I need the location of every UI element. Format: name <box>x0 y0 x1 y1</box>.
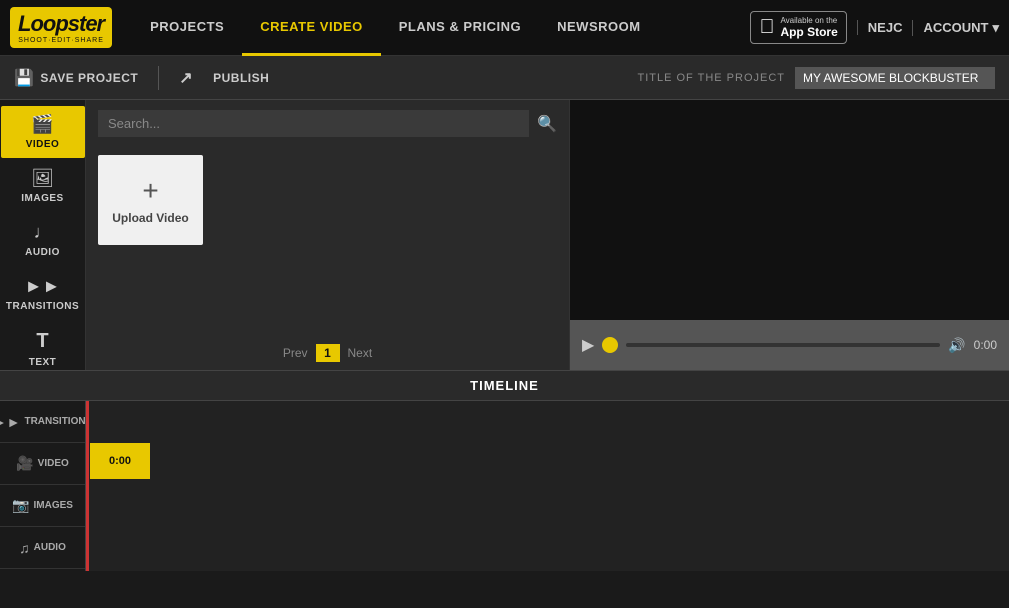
media-grid: + Upload Video <box>86 147 569 336</box>
nav-newsroom[interactable]: NEWSROOM <box>539 0 658 56</box>
timeline-content[interactable]: 0:00 <box>86 401 1009 571</box>
track-label-images: 📷 IMAGES <box>0 485 85 527</box>
nav-right:  Available on the App Store NEJC ACCOUN… <box>750 11 999 44</box>
user-name: NEJC <box>857 20 903 35</box>
chevron-down-icon: ▾ <box>992 20 999 36</box>
time-display: 0:00 <box>974 338 997 352</box>
sidebar-item-transitions[interactable]: ►► TRANSITIONS <box>1 268 85 320</box>
sidebar-item-text[interactable]: T TEXT <box>1 322 85 376</box>
video-preview: ▶ 🔊 0:00 <box>569 100 1009 370</box>
project-title-input[interactable] <box>795 67 995 89</box>
toolbar: 💾 SAVE PROJECT ↗ PUBLISH TITLE OF THE PR… <box>0 56 1009 100</box>
track-label-audio: ♫ AUDIO <box>0 527 85 569</box>
timeline-block-time: 0:00 <box>109 455 131 467</box>
progress-handle[interactable] <box>602 337 618 353</box>
search-bar: 🔍 <box>86 100 569 147</box>
track-label-transitions: ►► TRANSITIONS <box>0 401 85 443</box>
transitions-icon: ►► <box>25 276 61 297</box>
toolbar-divider <box>158 66 159 90</box>
title-label: TITLE OF THE PROJECT <box>637 72 785 84</box>
timeline-tracks-labels: ►► TRANSITIONS 🎥 VIDEO 📷 IMAGES ♫ AUDIO <box>0 401 86 571</box>
play-button[interactable]: ▶ <box>582 335 594 355</box>
volume-icon[interactable]: 🔊 <box>948 337 965 354</box>
prev-page-button[interactable]: Prev <box>283 346 308 360</box>
logo-sub: SHOOT·EDIT·SHARE <box>18 37 104 44</box>
timeline-body: ►► TRANSITIONS 🎥 VIDEO 📷 IMAGES ♫ AUDIO … <box>0 401 1009 571</box>
top-navigation: Loopster SHOOT·EDIT·SHARE PROJECTS CREAT… <box>0 0 1009 56</box>
track-label-video: 🎥 VIDEO <box>0 443 85 485</box>
current-page: 1 <box>316 344 340 362</box>
export-icon-button[interactable]: ↗ <box>179 68 193 88</box>
pagination: Prev 1 Next <box>86 336 569 370</box>
plus-icon: + <box>142 175 158 207</box>
logo[interactable]: Loopster SHOOT·EDIT·SHARE <box>10 7 112 48</box>
sidebar-item-images[interactable]: 🖼 IMAGES <box>1 160 85 212</box>
export-icon: ↗ <box>179 68 193 88</box>
nav-links: PROJECTS CREATE VIDEO PLANS & PRICING NE… <box>132 0 750 56</box>
left-sidebar: 🎬 VIDEO 🖼 IMAGES ♩ AUDIO ►► TRANSITIONS … <box>0 100 86 370</box>
title-section: TITLE OF THE PROJECT <box>637 67 995 89</box>
video-track-icon: 🎥 <box>16 455 33 472</box>
save-icon: 💾 <box>14 68 34 88</box>
app-store-small: Available on the <box>780 16 837 25</box>
search-input[interactable] <box>98 110 529 137</box>
progress-track[interactable] <box>626 343 940 347</box>
account-menu[interactable]: ACCOUNT ▾ <box>912 20 999 36</box>
nav-projects[interactable]: PROJECTS <box>132 0 242 56</box>
nav-plans-pricing[interactable]: PLANS & PRICING <box>381 0 539 56</box>
images-icon: 🖼 <box>31 168 54 189</box>
timeline-block[interactable]: 0:00 <box>90 443 150 479</box>
publish-button[interactable]: PUBLISH <box>213 71 269 85</box>
upload-label: Upload Video <box>112 211 188 225</box>
app-store-button[interactable]:  Available on the App Store <box>750 11 846 44</box>
save-project-button[interactable]: 💾 SAVE PROJECT <box>14 68 138 88</box>
content-panel: 🔍 + Upload Video Prev 1 Next <box>86 100 569 370</box>
nav-create-video[interactable]: CREATE VIDEO <box>242 0 381 56</box>
playback-bar: ▶ 🔊 0:00 <box>570 320 1009 370</box>
images-track-icon: 📷 <box>12 497 29 514</box>
next-page-button[interactable]: Next <box>348 346 373 360</box>
app-store-big: App Store <box>780 25 837 39</box>
video-icon: 🎬 <box>31 114 53 135</box>
sidebar-item-video[interactable]: 🎬 VIDEO <box>1 106 85 158</box>
text-icon: T <box>36 330 48 353</box>
transitions-track-icon: ►► <box>0 414 20 430</box>
timeline-header: TIMELINE <box>0 371 1009 401</box>
logo-text: Loopster <box>18 11 104 36</box>
timeline-playhead <box>86 401 89 571</box>
search-icon[interactable]: 🔍 <box>537 114 557 134</box>
upload-video-card[interactable]: + Upload Video <box>98 155 203 245</box>
audio-track-icon: ♫ <box>19 540 30 556</box>
timeline-section: TIMELINE ►► TRANSITIONS 🎥 VIDEO 📷 IMAGES… <box>0 370 1009 570</box>
timeline-title: TIMELINE <box>470 378 539 393</box>
preview-screen <box>570 100 1009 320</box>
audio-icon: ♩ <box>34 222 52 243</box>
sidebar-item-audio[interactable]: ♩ AUDIO <box>1 214 85 266</box>
apple-icon:  <box>759 16 774 39</box>
